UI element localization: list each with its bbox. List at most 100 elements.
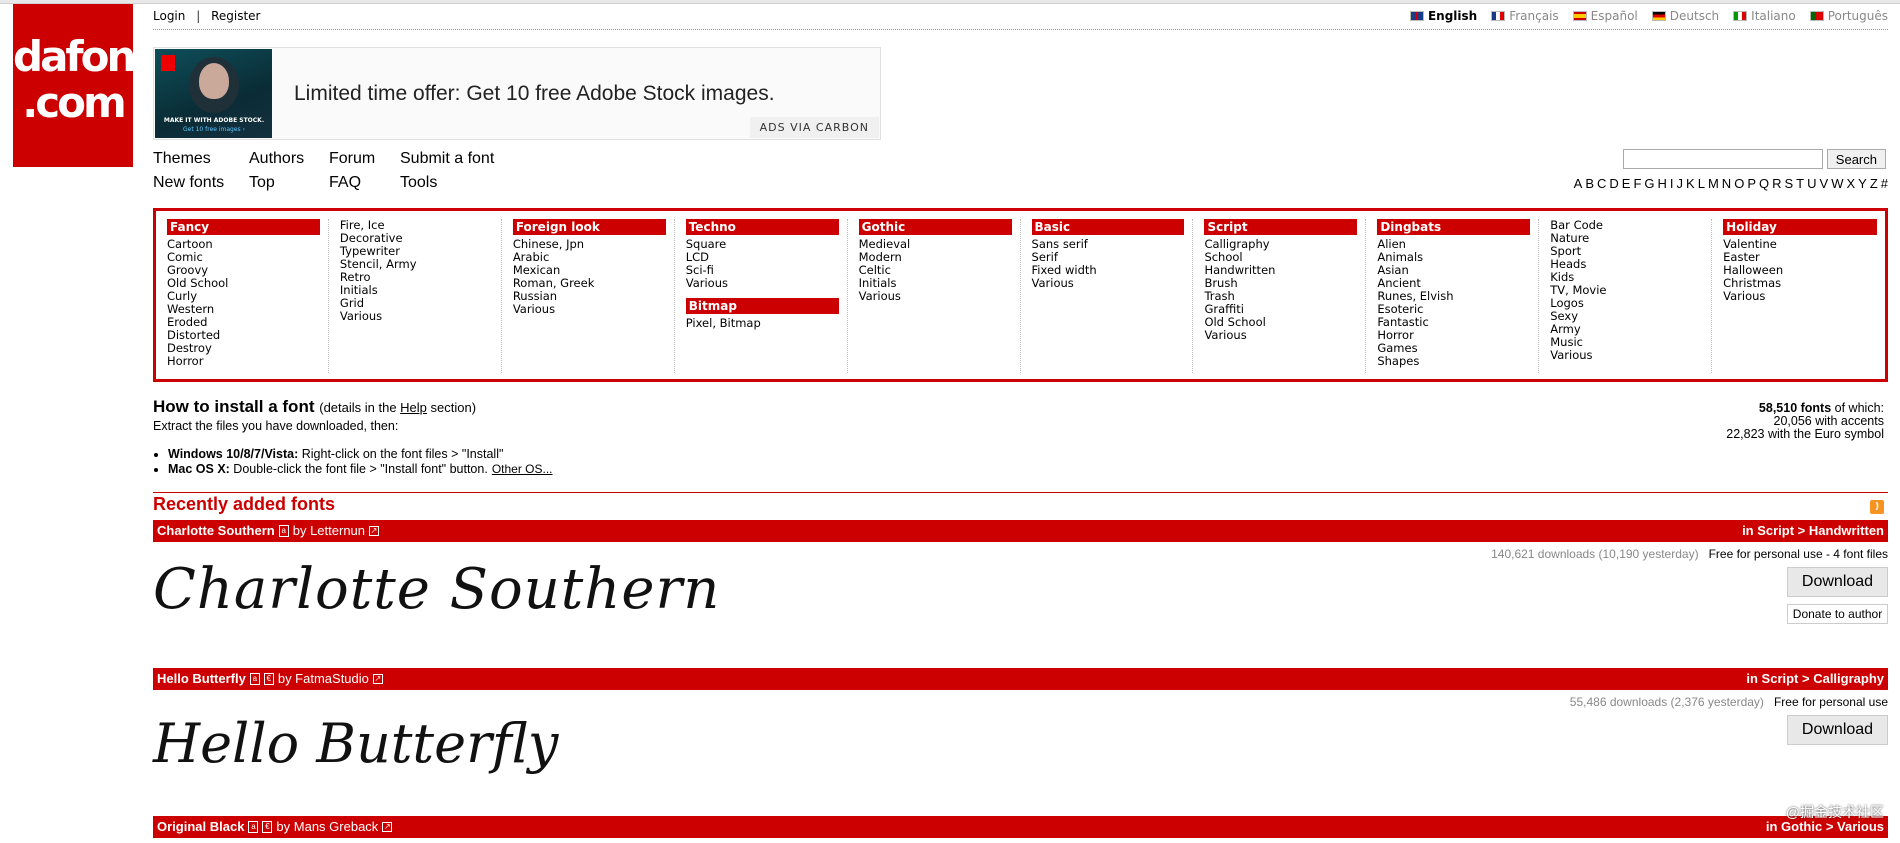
alphabet-letter[interactable]: X: [1846, 176, 1855, 191]
register-link[interactable]: Register: [211, 9, 260, 23]
category-link[interactable]: Various: [1723, 290, 1877, 303]
lang-german[interactable]: Deutsch: [1651, 9, 1719, 23]
site-logo[interactable]: dafont .com: [13, 4, 154, 167]
alphabet-letter[interactable]: B: [1585, 176, 1594, 191]
alphabet-letter[interactable]: G: [1644, 176, 1654, 191]
external-link-icon[interactable]: ↗: [369, 526, 380, 536]
alphabet-letter[interactable]: C: [1597, 176, 1606, 191]
alphabet-letter[interactable]: I: [1670, 176, 1674, 191]
lang-english[interactable]: English: [1409, 9, 1477, 23]
category-heading[interactable]: Techno: [685, 219, 839, 235]
font-name-link[interactable]: Charlotte Southern: [157, 520, 275, 542]
nav-submit-font[interactable]: Submit a font: [400, 150, 494, 174]
alphabet-letter[interactable]: L: [1698, 176, 1705, 191]
other-os-link[interactable]: Other OS...: [492, 462, 553, 476]
nav-faq[interactable]: FAQ: [329, 174, 400, 198]
alphabet-letter[interactable]: Z: [1870, 176, 1878, 191]
alphabet-letter[interactable]: T: [1796, 176, 1804, 191]
nav-new-fonts[interactable]: New fonts: [153, 174, 249, 198]
nav-forum[interactable]: Forum: [329, 150, 400, 174]
download-button[interactable]: Download: [1787, 715, 1888, 745]
category-heading[interactable]: Gothic: [858, 219, 1012, 235]
alphabet-letter[interactable]: S: [1785, 176, 1794, 191]
windows-text: Right-click on the font files > "Install…: [298, 447, 504, 461]
font-category-link[interactable]: in Script > Handwritten: [1742, 520, 1884, 542]
ad-image[interactable]: MAKE IT WITH ADOBE STOCK. Get 10 free im…: [155, 49, 272, 138]
uk-flag-icon: [1409, 11, 1424, 21]
category-link[interactable]: Shapes: [1377, 355, 1530, 368]
category-link[interactable]: Horror: [167, 355, 320, 368]
lang-italian[interactable]: Italiano: [1733, 9, 1796, 23]
alphabet-letter[interactable]: Q: [1759, 176, 1769, 191]
alphabet-letter[interactable]: #: [1881, 176, 1888, 191]
font-preview[interactable]: Hello Butterfly: [153, 712, 558, 775]
alphabet-letter[interactable]: F: [1633, 176, 1641, 191]
category-link[interactable]: Various: [513, 303, 666, 316]
category-heading[interactable]: Holiday: [1723, 219, 1878, 235]
alphabet-letter[interactable]: N: [1722, 176, 1731, 191]
ad-text[interactable]: Limited time offer: Get 10 free Adobe St…: [294, 82, 775, 106]
category-heading[interactable]: Fancy: [167, 219, 320, 235]
donate-button[interactable]: Donate to author: [1787, 604, 1888, 624]
external-link-icon[interactable]: ↗: [372, 674, 383, 684]
alphabet-letter[interactable]: H: [1658, 176, 1667, 191]
carbon-ad[interactable]: MAKE IT WITH ADOBE STOCK. Get 10 free im…: [153, 47, 881, 140]
nav-authors[interactable]: Authors: [249, 150, 329, 174]
rss-icon[interactable]: ): [1870, 500, 1884, 514]
category-link[interactable]: Various: [686, 277, 839, 290]
alphabet-letter[interactable]: J: [1677, 176, 1684, 191]
category-heading[interactable]: Bitmap: [685, 298, 839, 314]
alphabet-letter[interactable]: O: [1734, 176, 1744, 191]
category-heading[interactable]: Script: [1204, 219, 1358, 235]
alphabet-letter[interactable]: Y: [1858, 176, 1867, 191]
search-form: Search: [1622, 149, 1886, 169]
ad-image-cta: Get 10 free images ›: [182, 126, 245, 133]
category-link[interactable]: Various: [1204, 329, 1357, 342]
font-category-link[interactable]: in Script > Calligraphy: [1746, 668, 1884, 690]
top-border: [0, 0, 1900, 4]
font-preview[interactable]: Charlotte Southern: [153, 557, 720, 622]
category-heading[interactable]: Basic: [1031, 219, 1185, 235]
category-heading[interactable]: Dingbats: [1377, 219, 1531, 235]
nav-tools[interactable]: Tools: [400, 174, 437, 198]
download-button[interactable]: Download: [1787, 567, 1888, 597]
category-link[interactable]: Various: [1032, 277, 1185, 290]
login-link[interactable]: Login: [153, 9, 185, 23]
accents-icon: a: [249, 673, 260, 685]
alphabet-letter[interactable]: R: [1772, 176, 1781, 191]
font-name-link[interactable]: Hello Butterfly: [157, 668, 246, 690]
alphabet-letter[interactable]: E: [1622, 176, 1631, 191]
alphabet-letter[interactable]: K: [1686, 176, 1695, 191]
external-link-icon[interactable]: ↗: [382, 822, 393, 832]
install-title: How to install a font (details in the He…: [153, 397, 553, 417]
lang-french[interactable]: Français: [1491, 9, 1559, 23]
alphabet-letter[interactable]: V: [1820, 176, 1829, 191]
nav-themes[interactable]: Themes: [153, 150, 249, 174]
category-column: Fancy Cartoon Comic Groovy Old School Curly We…: [156, 219, 329, 373]
search-input[interactable]: [1622, 149, 1823, 169]
category-link[interactable]: Various: [340, 310, 493, 323]
language-selector: English Français Español Deutsch Italian…: [1409, 9, 1888, 23]
alphabet-letter[interactable]: D: [1609, 176, 1618, 191]
font-author-link[interactable]: by FatmaStudio: [278, 668, 369, 690]
alphabet-letter[interactable]: A: [1574, 176, 1583, 191]
alphabet-letter[interactable]: M: [1708, 176, 1719, 191]
auth-links: Login | Register: [153, 9, 260, 23]
lang-label: Français: [1509, 9, 1559, 23]
nav-top[interactable]: Top: [249, 174, 329, 198]
alphabet-letter[interactable]: P: [1747, 176, 1756, 191]
font-name-link[interactable]: Original Black: [157, 816, 244, 838]
lang-portuguese[interactable]: Português: [1809, 9, 1888, 23]
help-link[interactable]: Help: [400, 400, 427, 415]
alphabet-letter[interactable]: U: [1807, 176, 1816, 191]
alphabet-letter[interactable]: W: [1831, 176, 1843, 191]
ads-via-carbon[interactable]: ADS VIA CARBON: [749, 117, 879, 138]
font-author-link[interactable]: by Letternun: [293, 520, 365, 542]
search-button[interactable]: Search: [1826, 149, 1886, 169]
lang-spanish[interactable]: Español: [1572, 9, 1638, 23]
font-author-link[interactable]: by Mans Greback: [276, 816, 378, 838]
category-link[interactable]: Various: [1550, 349, 1703, 362]
category-link[interactable]: Pixel, Bitmap: [686, 317, 839, 330]
category-heading[interactable]: Foreign look: [512, 219, 666, 235]
category-link[interactable]: Various: [859, 290, 1012, 303]
